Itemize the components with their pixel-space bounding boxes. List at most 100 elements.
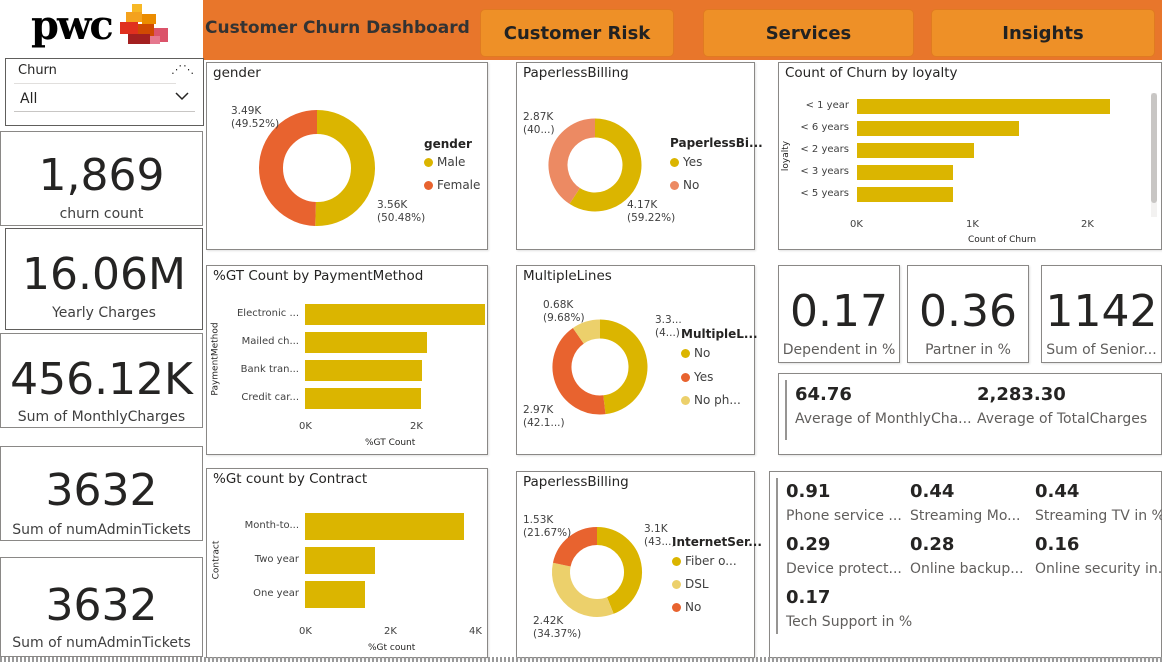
scrollbar-thumb[interactable] — [1151, 93, 1157, 203]
bar-bank-tran[interactable] — [305, 360, 423, 381]
kpi-monthly-charges: 456.12K Sum of MonthlyCharges — [0, 333, 203, 428]
donut-label-yes: 2.97K (42.1...) — [523, 404, 565, 429]
chart-title: PaperlessBilling — [523, 474, 629, 490]
legend-item-male[interactable]: Male — [424, 155, 465, 169]
donut-slice-fiber-o[interactable] — [596, 527, 642, 614]
legend-item-fiber[interactable]: Fiber o... — [672, 554, 737, 568]
churn-slicer[interactable]: Churn ⋰⋱ All — [5, 58, 204, 126]
slicer-dropdown-value[interactable]: All — [20, 91, 37, 107]
pwc-logo-mark — [120, 4, 168, 44]
internet-service-donut-card: PaperlessBilling 1.53K (21.67%) 3.1K (43… — [516, 471, 762, 658]
legend-item-female[interactable]: Female — [424, 178, 480, 192]
phone-service-label: Phone service ... — [786, 508, 902, 524]
legend-item-yes[interactable]: Yes — [670, 155, 702, 169]
donut-label-male: 3.56K (50.48%) — [377, 199, 426, 224]
avg-monthly-label: Average of MonthlyCha... — [795, 411, 972, 427]
legend-item-dsl[interactable]: DSL — [672, 577, 709, 591]
donut-label-dsl: 2.42K (34.37%) — [533, 615, 582, 640]
kpi-value: 456.12K — [10, 354, 193, 405]
more-options-icon[interactable]: ⋰⋱ — [171, 63, 195, 76]
donut-slice-no[interactable] — [548, 118, 596, 204]
x-tick: 2K — [384, 626, 397, 637]
legend-item-no[interactable]: No — [681, 346, 710, 360]
bar-two-year[interactable] — [305, 547, 375, 574]
donut-label-yes: 4.17K (59.22%) — [627, 199, 676, 224]
chart-title: gender — [213, 65, 261, 81]
bar--5-years[interactable] — [857, 187, 954, 202]
slicer-title: Churn — [18, 63, 57, 78]
donut-slice-yes[interactable] — [552, 327, 606, 415]
legend-dot — [681, 373, 690, 382]
accent-bar — [785, 380, 787, 440]
legend-dot — [424, 181, 433, 190]
donut-slice-dsl[interactable] — [552, 562, 614, 617]
bar-one-year[interactable] — [305, 581, 366, 608]
card-label: Sum of Senior... — [1046, 342, 1157, 358]
kpi-value: 3632 — [45, 580, 158, 631]
page-border-dots — [0, 657, 1162, 662]
payment-method-bar-card: %GT Count by PaymentMethod PaymentMethod… — [206, 265, 488, 455]
kpi-value: 3632 — [45, 465, 158, 516]
donut-slice-male[interactable] — [315, 110, 375, 226]
loyalty-bar-card: Count of Churn by loyalty loyalty 0K 1K … — [778, 62, 1162, 250]
x-tick: 0K — [299, 626, 312, 637]
nav-customer-risk-button[interactable]: Customer Risk — [480, 9, 674, 57]
legend-item-no-phone[interactable]: No ph... — [681, 393, 741, 407]
average-charges-card: 64.76 Average of MonthlyCha... 2,283.30 … — [778, 373, 1162, 455]
bar--2-years[interactable] — [857, 143, 975, 158]
pwc-logo: pwc — [0, 0, 174, 55]
donut-slice-no[interactable] — [599, 319, 648, 415]
donut-slice-no-ph[interactable] — [572, 319, 601, 344]
y-tick-label: < 6 years — [800, 121, 849, 133]
bar-mailed-ch[interactable] — [305, 332, 428, 353]
legend-item-no[interactable]: No — [672, 600, 701, 614]
card-value: 0.36 — [919, 286, 1017, 337]
scrollbar-track[interactable] — [1151, 93, 1157, 217]
y-axis-title: PaymentMethod — [210, 322, 221, 396]
bar-month-to[interactable] — [305, 513, 464, 540]
kpi-churn-count: 1,869 churn count — [0, 131, 203, 226]
bar-electronic[interactable] — [305, 304, 486, 325]
legend-title: InternetSer... — [672, 535, 762, 549]
multiple-lines-donut-card: MultipleLines 0.68K (9.68%) 3.3... (4...… — [516, 265, 758, 455]
kpi-label: Sum of numAdminTickets — [12, 522, 191, 538]
x-tick: 0K — [850, 219, 863, 230]
streaming-tv-label: Streaming TV in % — [1035, 508, 1162, 524]
nav-insights-button[interactable]: Insights — [931, 9, 1155, 57]
contract-bar-card: %Gt count by Contract Contract 0K 2K 4K … — [206, 468, 488, 658]
nav-services-button[interactable]: Services — [703, 9, 914, 57]
bar--6-years[interactable] — [857, 121, 1020, 136]
card-value: 1142 — [1045, 286, 1158, 337]
legend-dot — [424, 158, 433, 167]
chart-title: PaperlessBilling — [523, 65, 629, 81]
y-tick-label: Mailed ch... — [241, 335, 299, 347]
chart-title: %Gt count by Contract — [213, 471, 368, 487]
bar-credit-car[interactable] — [305, 388, 421, 409]
y-tick-label: Two year — [254, 553, 299, 565]
device-protection-value: 0.29 — [786, 534, 831, 555]
bar--3-years[interactable] — [857, 165, 954, 180]
bar--1-year[interactable] — [857, 99, 1110, 114]
x-tick: 1K — [966, 219, 979, 230]
legend-item-yes[interactable]: Yes — [681, 370, 713, 384]
device-protection-label: Device protect... — [786, 561, 902, 577]
kpi-value: 16.06M — [22, 249, 186, 300]
y-tick-label: Bank tran... — [240, 363, 299, 375]
donut-slice-female[interactable] — [259, 110, 318, 226]
donut-label-no: 2.87K (40...) — [523, 111, 555, 136]
streaming-tv-value: 0.44 — [1035, 481, 1080, 502]
legend-dot — [670, 181, 679, 190]
donut-slice-no[interactable] — [552, 527, 598, 567]
x-tick: 2K — [1081, 219, 1094, 230]
y-tick-label: Month-to... — [244, 519, 299, 531]
y-axis-title: Contract — [211, 540, 222, 580]
tech-support-value: 0.17 — [786, 587, 831, 608]
avg-total-value: 2,283.30 — [977, 384, 1066, 405]
legend-title: MultipleL... — [681, 327, 758, 341]
slicer-divider — [14, 83, 176, 84]
donut-label-fiber: 3.1K (43...) — [644, 523, 676, 548]
legend-item-no[interactable]: No — [670, 178, 699, 192]
chevron-down-icon[interactable] — [175, 87, 189, 105]
x-tick: 0K — [299, 421, 312, 432]
y-tick-label: < 5 years — [800, 187, 849, 199]
